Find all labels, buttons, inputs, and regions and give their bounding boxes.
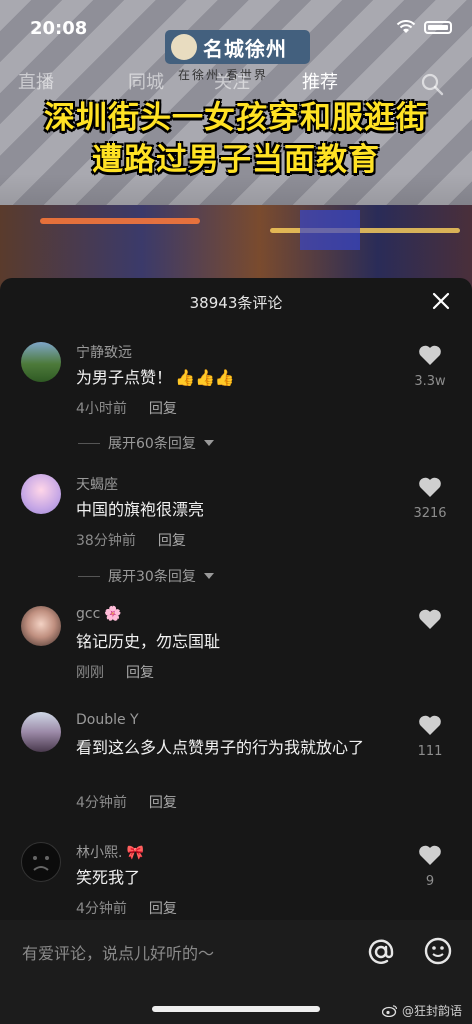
home-indicator: [152, 1006, 320, 1012]
comment-time: 4小时前: [76, 401, 127, 417]
heart-icon: [419, 609, 441, 629]
comment-author[interactable]: 林小熙. 🎀: [76, 842, 144, 862]
emoji-icon[interactable]: [424, 937, 452, 965]
comment-text: 看到这么多人点赞男子的行为我就放心了: [76, 736, 406, 760]
neon-light: [40, 218, 200, 224]
reply-button[interactable]: 回复: [149, 398, 177, 418]
comment-author[interactable]: 天蝎座: [76, 474, 118, 494]
expand-replies-label: 展开60条回复: [108, 436, 196, 452]
comment-meta: 4分钟前 回复: [76, 898, 177, 918]
avatar[interactable]: [21, 474, 61, 514]
comment-text: 笑死我了: [76, 866, 406, 890]
wifi-icon: [396, 20, 416, 33]
reply-button[interactable]: 回复: [149, 792, 177, 812]
neon-light: [270, 228, 460, 233]
comment-meta: 4分钟前 回复: [76, 792, 177, 812]
heart-icon: [419, 715, 441, 735]
thumbs-up-emoji: 👍👍👍: [175, 368, 235, 387]
headline-line-1: 深圳街头一女孩穿和服逛街: [44, 100, 428, 136]
reply-button[interactable]: 回复: [158, 530, 186, 550]
comment-time: 4分钟前: [76, 901, 127, 917]
like-button[interactable]: 3.3w: [402, 344, 458, 389]
like-count: 111: [417, 744, 443, 759]
comment-meta: 4小时前 回复: [76, 398, 177, 418]
comment-author-name: 林小熙.: [76, 845, 123, 861]
weibo-icon: [381, 1005, 398, 1017]
heart-icon: [419, 477, 441, 497]
heart-icon: [419, 345, 441, 365]
like-button[interactable]: 3216: [402, 476, 458, 521]
tab-recommended[interactable]: 推荐: [302, 68, 338, 94]
comment-time: 刚刚: [76, 665, 104, 681]
watermark-text: @狂封韵语: [401, 1004, 462, 1018]
comments-count-title: 38943条评论: [189, 294, 283, 312]
like-count: 9: [425, 874, 435, 889]
like-button[interactable]: 9: [402, 844, 458, 889]
comment-time: 4分钟前: [76, 795, 127, 811]
comment-meta: 38分钟前 回复: [76, 530, 186, 550]
comment-text: 铭记历史，勿忘国耻: [76, 630, 406, 654]
chevron-down-icon: [203, 573, 214, 579]
avatar[interactable]: [21, 842, 61, 882]
logo-seal-icon: [171, 34, 197, 60]
status-time: 20:08: [30, 18, 88, 39]
reply-button[interactable]: 回复: [126, 662, 154, 682]
heart-icon: [419, 845, 441, 865]
divider: [78, 575, 100, 577]
comment-author[interactable]: gcc 🌸: [76, 606, 122, 622]
like-button[interactable]: [402, 608, 458, 634]
comments-panel: 38943条评论 宁静致远 为男子点赞！ 👍👍👍 4小时前 回复 3.3w 展开6…: [0, 278, 472, 920]
logo-title: 名城徐州: [203, 36, 287, 61]
comment-text: 中国的旗袍很漂亮: [76, 498, 406, 522]
like-count: 3216: [413, 506, 447, 521]
expand-replies[interactable]: 展开30条回复: [78, 566, 214, 586]
avatar[interactable]: [21, 606, 61, 646]
comment-meta: 刚刚 回复: [76, 662, 154, 682]
avatar[interactable]: [21, 712, 61, 752]
comment-body: 中国的旗袍很漂亮: [76, 500, 205, 519]
search-icon[interactable]: [420, 72, 444, 96]
expand-replies[interactable]: 展开60条回复: [78, 433, 214, 453]
divider: [78, 442, 100, 444]
status-icons: [396, 20, 452, 34]
comment-time: 38分钟前: [76, 533, 136, 549]
comment-author[interactable]: 宁静致远: [76, 342, 132, 362]
flower-emoji: 🌸: [104, 606, 122, 622]
ribbon-emoji: 🎀: [126, 845, 144, 861]
comment-input[interactable]: 有爱评论，说点儿好听的～: [22, 940, 214, 964]
comment-author[interactable]: Double Y: [76, 712, 139, 728]
video-headline: 深圳街头一女孩穿和服逛街 遭路过男子当面教育: [0, 97, 472, 181]
comment-author-name: gcc: [76, 606, 101, 622]
comment-text: 为男子点赞！ 👍👍👍: [76, 366, 406, 390]
close-icon[interactable]: [432, 292, 450, 310]
avatar[interactable]: [21, 342, 61, 382]
chevron-down-icon: [203, 440, 214, 446]
tab-local[interactable]: 同城: [128, 68, 164, 94]
neon-sign: [300, 210, 360, 250]
reply-button[interactable]: 回复: [149, 898, 177, 918]
watermark: @狂封韵语: [381, 1002, 462, 1019]
top-nav: 直播 同城 关注 推荐: [0, 68, 472, 100]
battery-icon: [424, 20, 452, 34]
comment-body: 看到这么多人点赞男子的行为我就放心了: [76, 738, 365, 757]
comment-body: 笑死我了: [76, 868, 141, 887]
comment-input-bar: 有爱评论，说点儿好听的～ @狂封韵语: [0, 920, 472, 1024]
tab-following[interactable]: 关注: [214, 68, 250, 94]
channel-logo: 名城徐州: [165, 30, 310, 64]
expand-replies-label: 展开30条回复: [108, 569, 196, 585]
like-button[interactable]: 111: [402, 714, 458, 759]
comment-body: 为男子点赞！: [76, 368, 173, 387]
sad-face-icon: [33, 856, 49, 871]
comment-body: 铭记历史，勿忘国耻: [76, 632, 221, 651]
like-count: 3.3w: [414, 374, 446, 389]
headline-line-2: 遭路过男子当面教育: [92, 142, 380, 178]
at-mention-icon[interactable]: [366, 937, 396, 967]
tab-live[interactable]: 直播: [18, 68, 54, 94]
